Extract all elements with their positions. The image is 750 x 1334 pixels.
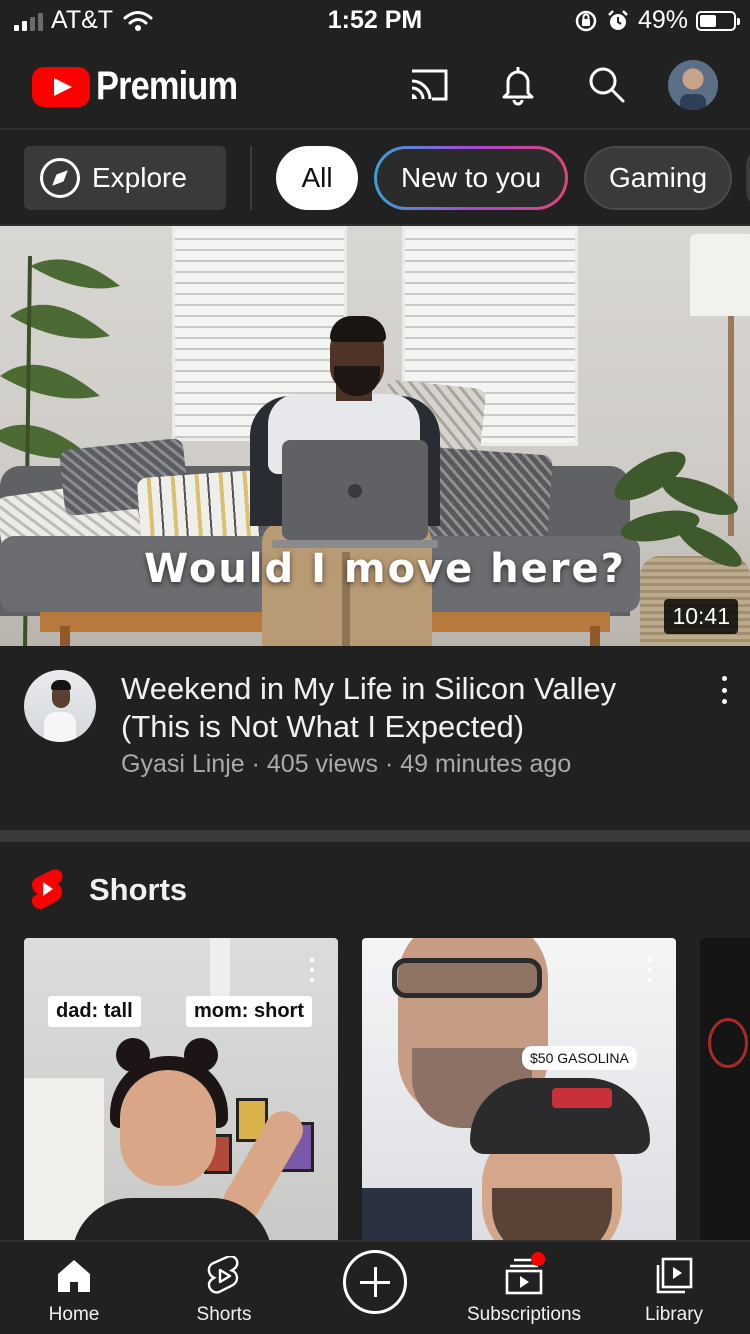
cast-icon[interactable] — [406, 63, 450, 107]
nav-subscriptions-label: Subscriptions — [466, 1304, 582, 1325]
carrier-name: AT&T — [51, 6, 114, 34]
short-scene — [120, 1070, 216, 1186]
account-avatar[interactable] — [668, 60, 718, 110]
thumb-lamp — [690, 234, 750, 316]
search-icon[interactable] — [584, 63, 628, 107]
status-bar: AT&T 1:52 PM 49% — [0, 0, 750, 40]
nav-subscriptions[interactable]: Subscriptions — [444, 1242, 604, 1334]
shorts-row: dad: tall mom: short $50 GASOLINA — [0, 938, 750, 1240]
bell-icon[interactable] — [496, 63, 540, 107]
chip-gaming[interactable]: Gaming — [584, 146, 732, 210]
video-duration-badge: 10:41 — [664, 599, 738, 634]
library-icon — [656, 1257, 693, 1294]
explore-label: Explore — [92, 162, 187, 193]
status-right: 49% — [574, 6, 740, 35]
video-meta[interactable]: Weekend in My Life in Silicon Valley (Th… — [0, 646, 750, 830]
short-overlay-label: mom: short — [186, 996, 312, 1027]
status-left: AT&T — [14, 6, 153, 35]
thumb-laptop — [282, 440, 428, 540]
short-scene — [210, 938, 230, 998]
shorts-logo-icon — [31, 869, 63, 909]
short-scene — [552, 1088, 612, 1108]
compass-icon — [40, 158, 80, 198]
short-overlay-label: $50 GASOLINA — [522, 1046, 637, 1070]
shorts-icon — [207, 1256, 239, 1294]
video-subtitle: Gyasi Linje · 405 views · 49 minutes ago — [121, 750, 572, 778]
short-card[interactable]: dad: tall mom: short — [24, 938, 338, 1240]
youtube-premium-logo[interactable]: Premium — [32, 64, 260, 109]
short-scene — [492, 1188, 612, 1240]
chip-bar: Explore All New to you Gaming — [0, 130, 750, 226]
nav-shorts-label: Shorts — [196, 1304, 252, 1325]
thumb-person-hair — [330, 316, 386, 342]
chip-all[interactable]: All — [276, 146, 358, 210]
home-icon — [58, 1260, 90, 1292]
short-card[interactable]: $50 GASOLINA — [362, 938, 676, 1240]
nav-home[interactable]: Home — [24, 1242, 124, 1334]
shorts-shelf-header: Shorts — [0, 842, 750, 938]
thumb-sofa-leg — [590, 626, 600, 646]
video-thumbnail[interactable]: Would I move here? 10:41 — [0, 226, 750, 646]
create-button[interactable] — [343, 1250, 407, 1314]
short-scene — [708, 1018, 748, 1068]
chip-new-to-you[interactable]: New to you — [374, 146, 568, 210]
short-overlay-label: dad: tall — [48, 996, 141, 1027]
short-more-icon[interactable] — [648, 958, 654, 982]
short-card[interactable] — [700, 938, 750, 1240]
shorts-shelf-title: Shorts — [89, 872, 188, 907]
explore-button[interactable]: Explore — [24, 146, 226, 210]
chip-next[interactable] — [746, 146, 750, 210]
channel-avatar[interactable] — [24, 670, 96, 742]
thumb-sofa-leg — [60, 626, 70, 646]
nav-library[interactable]: Library — [624, 1242, 724, 1334]
chip-divider — [250, 146, 252, 210]
section-separator — [0, 830, 750, 842]
wifi-icon — [123, 10, 153, 31]
nav-library-label: Library — [644, 1304, 704, 1325]
app-header: Premium — [0, 40, 750, 130]
more-options-icon[interactable] — [712, 674, 736, 706]
nav-home-label: Home — [48, 1304, 100, 1325]
battery-percent: 49% — [637, 6, 688, 34]
video-title[interactable]: Weekend in My Life in Silicon Valley (Th… — [121, 670, 681, 746]
nav-shorts[interactable]: Shorts — [174, 1242, 274, 1334]
subscriptions-icon — [505, 1252, 545, 1295]
short-more-icon[interactable] — [310, 958, 316, 982]
alarm-icon — [608, 9, 628, 30]
orientation-lock-icon — [575, 10, 597, 31]
short-scene — [362, 1188, 472, 1240]
thumbnail-caption: Would I move here? — [144, 546, 626, 592]
battery-icon — [696, 10, 740, 31]
signal-icon — [14, 11, 43, 31]
youtube-play-icon — [32, 66, 90, 107]
short-scene — [392, 958, 542, 998]
battery-fill — [700, 14, 716, 27]
logo-text: Premium — [96, 64, 238, 108]
